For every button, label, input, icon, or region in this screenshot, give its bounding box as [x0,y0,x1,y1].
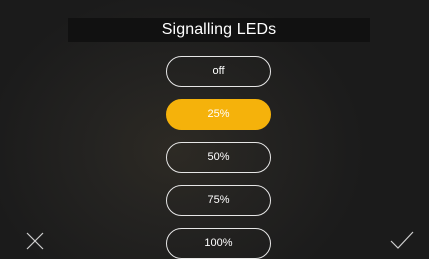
brightness-options: off 25% 50% 75% 100% [166,56,271,259]
option-50-percent[interactable]: 50% [166,142,271,173]
signalling-leds-screen: Signalling LEDs off 25% 50% 75% 100% [0,0,429,259]
option-100-percent[interactable]: 100% [166,228,271,259]
option-75-percent[interactable]: 75% [166,185,271,216]
option-25-percent[interactable]: 25% [166,99,271,130]
close-icon[interactable] [25,231,45,251]
page-title: Signalling LEDs [68,18,370,42]
check-icon[interactable] [389,230,415,250]
option-off[interactable]: off [166,56,271,87]
